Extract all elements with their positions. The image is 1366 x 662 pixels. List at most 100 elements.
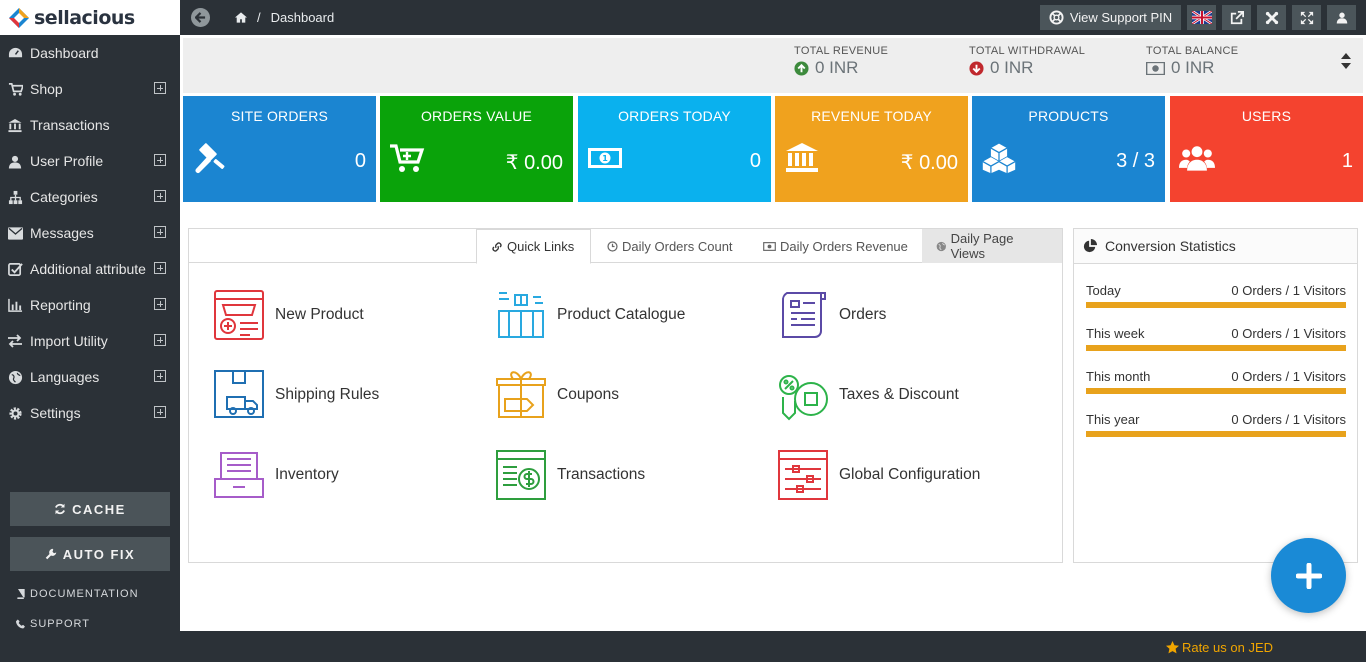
conversion-progress-bar <box>1086 302 1346 308</box>
tile-value: 0 <box>749 150 761 172</box>
cart-icon <box>390 144 425 172</box>
conversion-row-this-week: This week 0 Orders / 1 Visitors <box>1086 326 1346 351</box>
tab-quick-links[interactable]: Quick Links <box>476 229 591 264</box>
tile-value: 3 / 3 <box>1116 150 1155 172</box>
rate-us-link[interactable]: Rate us on JED <box>1165 640 1273 655</box>
sidebar-item-shop[interactable]: Shop <box>0 71 180 107</box>
envelope-icon <box>7 225 23 241</box>
sidebar-item-settings[interactable]: Settings <box>0 395 180 431</box>
tab-daily-orders-count[interactable]: Daily Orders Count <box>593 229 747 263</box>
tab-daily-page-views[interactable]: Daily Page Views <box>922 229 1062 263</box>
sidebar-item-dashboard[interactable]: Dashboard <box>0 35 180 71</box>
tile-products[interactable]: PRODUCTS 3 / 3 <box>972 96 1165 202</box>
support-link[interactable]: SUPPORT <box>16 618 90 630</box>
quick-link-orders[interactable]: Orders <box>777 289 886 341</box>
quick-link-product-catalogue[interactable]: Product Catalogue <box>495 289 685 341</box>
documentation-label: DOCUMENTATION <box>30 588 139 600</box>
sidebar-item-user-profile[interactable]: User Profile <box>0 143 180 179</box>
external-link-button[interactable] <box>1222 5 1251 30</box>
expand-plus-icon[interactable] <box>154 370 166 382</box>
fullscreen-button[interactable] <box>1292 5 1321 30</box>
documentation-link[interactable]: DOCUMENTATION <box>16 588 139 600</box>
sidebar-item-reporting[interactable]: Reporting <box>0 287 180 323</box>
svg-text:1: 1 <box>602 154 608 163</box>
quick-link-inventory[interactable]: Inventory <box>213 449 339 501</box>
sidebar-nav: Dashboard Shop Transactions User Profile… <box>0 35 180 431</box>
sort-icon[interactable] <box>1341 53 1351 69</box>
quick-link-shipping-rules[interactable]: Shipping Rules <box>213 369 379 421</box>
sidebar-item-additional-attribute[interactable]: Additional attribute <box>0 251 180 287</box>
total-withdrawal-label: TOTAL WITHDRAWAL <box>969 45 1086 57</box>
tile-users[interactable]: USERS 1 <box>1170 96 1363 202</box>
money-icon <box>763 241 776 251</box>
transactions-icon <box>496 450 546 500</box>
back-button[interactable] <box>191 8 210 27</box>
exchange-icon <box>7 333 23 349</box>
expand-plus-icon[interactable] <box>154 226 166 238</box>
quick-link-global-configuration[interactable]: Global Configuration <box>777 449 980 501</box>
sidebar-item-label: Messages <box>30 225 94 241</box>
sidebar-item-messages[interactable]: Messages <box>0 215 180 251</box>
add-fab-button[interactable] <box>1271 538 1346 613</box>
phone-icon <box>16 619 25 629</box>
quick-link-new-product[interactable]: New Product <box>213 289 364 341</box>
expand-plus-icon[interactable] <box>154 190 166 202</box>
gavel-icon <box>195 143 225 173</box>
tab-label: Daily Orders Count <box>622 238 733 254</box>
tile-title: PRODUCTS <box>1028 108 1109 124</box>
pie-chart-icon <box>1083 239 1097 253</box>
support-label: SUPPORT <box>30 618 90 630</box>
tile-value: 1 <box>1341 150 1353 172</box>
expand-plus-icon[interactable] <box>154 154 166 166</box>
sidebar-item-label: Shop <box>30 81 63 97</box>
cache-button[interactable]: CACHE <box>10 492 170 526</box>
total-withdrawal-value: 0 INR <box>990 58 1034 77</box>
auto-fix-button[interactable]: AUTO FIX <box>10 537 170 571</box>
quick-link-label: Global Configuration <box>839 466 981 483</box>
expand-plus-icon[interactable] <box>154 82 166 94</box>
quick-link-coupons[interactable]: Coupons <box>495 369 619 421</box>
auto-fix-label: AUTO FIX <box>62 546 136 562</box>
expand-plus-icon[interactable] <box>154 262 166 274</box>
tile-revenue-today[interactable]: REVENUE TODAY ₹ 0.00 <box>775 96 968 202</box>
joomla-button[interactable] <box>1257 5 1286 30</box>
sidebar-item-import-utility[interactable]: Import Utility <box>0 323 180 359</box>
conversion-row-label: Today <box>1086 283 1121 298</box>
tile-title: ORDERS TODAY <box>618 108 731 124</box>
sidebar-item-categories[interactable]: Categories <box>0 179 180 215</box>
tab-daily-orders-revenue[interactable]: Daily Orders Revenue <box>749 229 922 263</box>
taxes-discount-icon <box>779 375 828 421</box>
expand-plus-icon[interactable] <box>154 406 166 418</box>
user-menu-button[interactable] <box>1327 5 1356 30</box>
quick-link-transactions[interactable]: Transactions <box>495 449 645 501</box>
arrow-left-icon <box>195 12 206 23</box>
quick-link-label: New Product <box>275 306 364 323</box>
sidebar-item-label: Settings <box>30 405 81 421</box>
tile-site-orders[interactable]: SITE ORDERS 0 <box>183 96 376 202</box>
quick-link-label: Shipping Rules <box>275 386 380 403</box>
sidebar-item-transactions[interactable]: Transactions <box>0 107 180 143</box>
tile-orders-today[interactable]: ORDERS TODAY 1 0 <box>578 96 771 202</box>
quick-link-label: Inventory <box>275 466 339 483</box>
conversion-header: Conversion Statistics <box>1074 229 1357 264</box>
quick-link-taxes-discount[interactable]: Taxes & Discount <box>777 369 959 421</box>
expand-plus-icon[interactable] <box>154 298 166 310</box>
tile-orders-value[interactable]: ORDERS VALUE ₹ 0.00 <box>380 96 573 202</box>
total-revenue: TOTAL REVENUE 0 INR <box>794 45 888 78</box>
language-flag-button[interactable] <box>1187 5 1216 30</box>
top-bar: / Dashboard View Support PIN <box>180 0 1366 35</box>
logo[interactable]: sellacious <box>0 0 180 35</box>
conversion-statistics-panel: Conversion Statistics Today 0 Orders / 1 … <box>1073 228 1358 563</box>
expand-plus-icon[interactable] <box>154 334 166 346</box>
total-revenue-label: TOTAL REVENUE <box>794 45 889 57</box>
refresh-icon <box>55 503 66 515</box>
home-icon[interactable] <box>235 12 247 23</box>
view-support-pin-button[interactable]: View Support PIN <box>1040 5 1181 30</box>
total-withdrawal-value-row: 0 INR <box>969 58 1085 78</box>
sidebar-item-label: Import Utility <box>30 333 108 349</box>
sidebar-item-label: Categories <box>30 189 98 205</box>
sidebar-item-languages[interactable]: Languages <box>0 359 180 395</box>
total-balance-label: TOTAL BALANCE <box>1146 45 1239 57</box>
conversion-row-label: This week <box>1086 326 1145 341</box>
inventory-icon <box>214 452 264 498</box>
